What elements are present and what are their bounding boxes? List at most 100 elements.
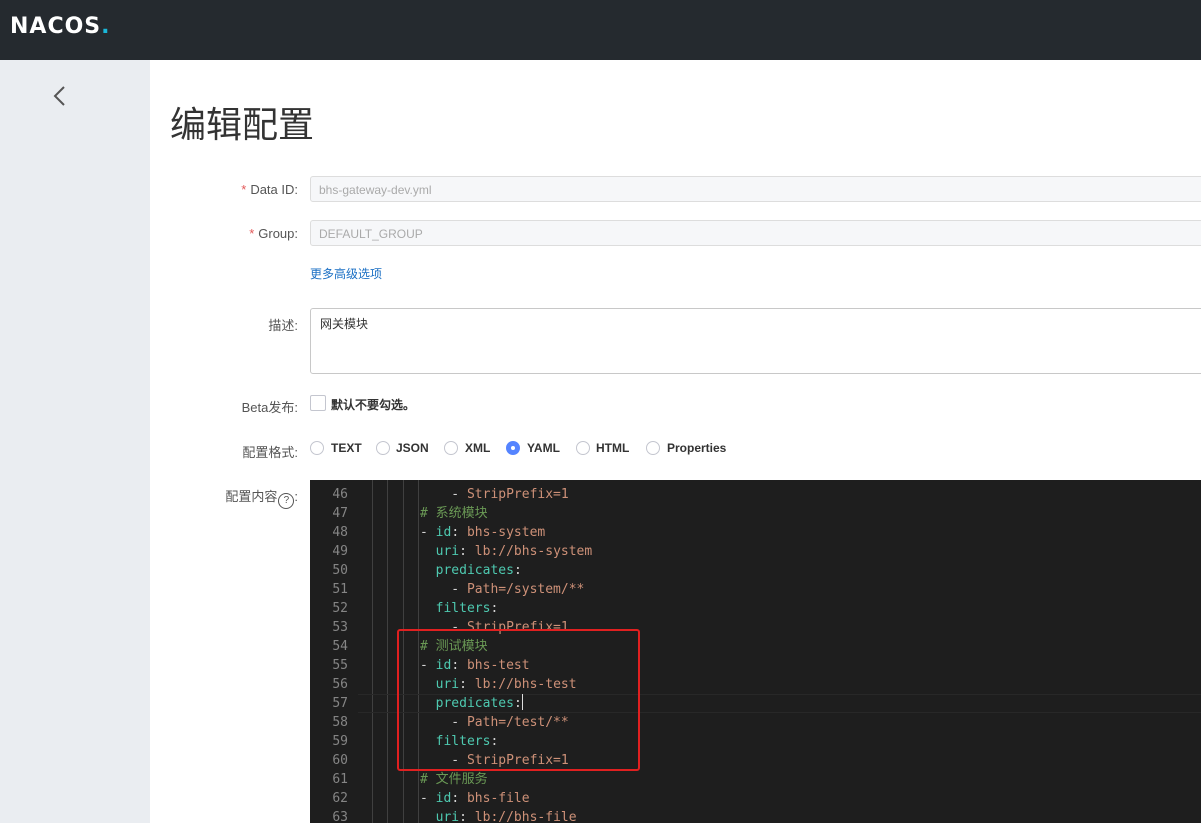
code-token: - [420,487,467,502]
code-token: Path=/system/** [466,582,585,597]
code-token: : [459,810,475,823]
code-line[interactable]: 46 - StripPrefix=1 [310,485,1201,504]
format-radio-label: JSON [396,441,429,455]
format-radio-properties[interactable] [646,441,660,455]
format-radio-text[interactable] [310,441,324,455]
code-token: : [490,601,499,616]
code-token: - [420,525,436,540]
code-line[interactable]: 52 filters: [310,599,1201,618]
required-marker: * [241,182,247,197]
code-token: - [420,791,436,806]
code-text: filters: [420,599,499,618]
line-number: 58 [332,715,348,730]
code-line[interactable]: 51 - Path=/system/** [310,580,1201,599]
line-number: 48 [332,525,348,540]
code-line[interactable]: 47 # 系统模块 [310,504,1201,523]
line-number: 47 [332,506,348,521]
nacos-logo[interactable]: NACOS. [10,14,111,39]
line-number: 46 [332,487,348,502]
code-token: # 系统模块 [420,506,488,521]
code-token: # 文件服务 [420,772,488,787]
code-token: uri [435,810,460,823]
format-radio-json[interactable] [376,441,390,455]
beta-label: Beta发布: [241,400,298,415]
format-radio-xml[interactable] [444,441,458,455]
annotation-highlight-box [397,629,640,771]
code-text: # 文件服务 [420,770,488,789]
format-radio-label: Properties [667,441,727,455]
format-radio-html[interactable] [576,441,590,455]
code-token: bhs-file [466,791,530,806]
line-number: 52 [332,601,348,616]
line-number: 56 [332,677,348,692]
code-token: - [420,582,467,597]
code-text: - id: bhs-file [420,789,530,808]
beta-checkbox-label: 默认不要勾选。 [331,398,416,412]
line-number: 51 [332,582,348,597]
code-token: StripPrefix=1 [466,487,569,502]
help-icon[interactable]: ? [278,493,295,509]
format-radio-yaml[interactable] [506,441,520,455]
line-number: 61 [332,772,348,787]
line-number: 60 [332,753,348,768]
format-radio-label: TEXT [331,441,362,455]
code-text: predicates: [420,561,522,580]
code-text: uri: lb://bhs-file [420,808,577,823]
description-textarea[interactable]: 网关模块 [310,308,1201,374]
code-token: predicates [435,563,514,578]
code-token: : [513,563,522,578]
code-text: - id: bhs-system [420,523,545,542]
format-label: 配置格式: [242,445,298,460]
beta-checkbox[interactable] [310,395,326,411]
logo-text: NACOS [10,14,102,39]
sidebar [0,60,150,823]
code-token: filters [435,601,491,616]
data-id-input[interactable]: bhs-gateway-dev.yml [310,176,1201,202]
code-token: : [459,544,475,559]
code-token: id [435,525,452,540]
code-token: lb://bhs-system [474,544,593,559]
code-text: uri: lb://bhs-system [420,542,593,561]
code-text: # 系统模块 [420,504,488,523]
line-number: 55 [332,658,348,673]
page-title: 编辑配置 [170,105,315,146]
line-number: 63 [332,810,348,823]
format-radio-label: HTML [596,441,630,455]
line-number: 49 [332,544,348,559]
code-token: id [435,791,452,806]
data-id-label: * Data ID: [241,182,298,197]
code-token: bhs-system [466,525,546,540]
code-line[interactable]: 63 uri: lb://bhs-file [310,808,1201,823]
format-radio-label: YAML [527,441,560,455]
code-text: - Path=/system/** [420,580,584,599]
group-input[interactable]: DEFAULT_GROUP [310,220,1201,246]
advanced-options-link[interactable]: 更多高级选项 [310,265,382,282]
line-number: 50 [332,563,348,578]
format-radio-label: XML [465,441,491,455]
code-line[interactable]: 48 - id: bhs-system [310,523,1201,542]
line-number: 54 [332,639,348,654]
code-token: lb://bhs-file [474,810,577,823]
code-line[interactable]: 50 predicates: [310,561,1201,580]
code-line[interactable]: 61 # 文件服务 [310,770,1201,789]
back-arrow-icon[interactable] [48,84,72,108]
line-number: 62 [332,791,348,806]
main-content: 编辑配置 * Data ID: bhs-gateway-dev.yml * Grou… [150,60,1201,823]
required-marker: * [249,226,255,241]
code-token: : [451,525,467,540]
code-line[interactable]: 62 - id: bhs-file [310,789,1201,808]
line-number: 57 [332,696,348,711]
code-token: uri [435,544,460,559]
code-token: : [451,791,467,806]
line-number: 53 [332,620,348,635]
line-number: 59 [332,734,348,749]
code-line[interactable]: 49 uri: lb://bhs-system [310,542,1201,561]
group-label: * Group: [249,226,298,241]
content-label: 配置内容?: [225,486,298,509]
logo-dot: . [101,14,111,39]
code-text: - StripPrefix=1 [420,485,569,504]
